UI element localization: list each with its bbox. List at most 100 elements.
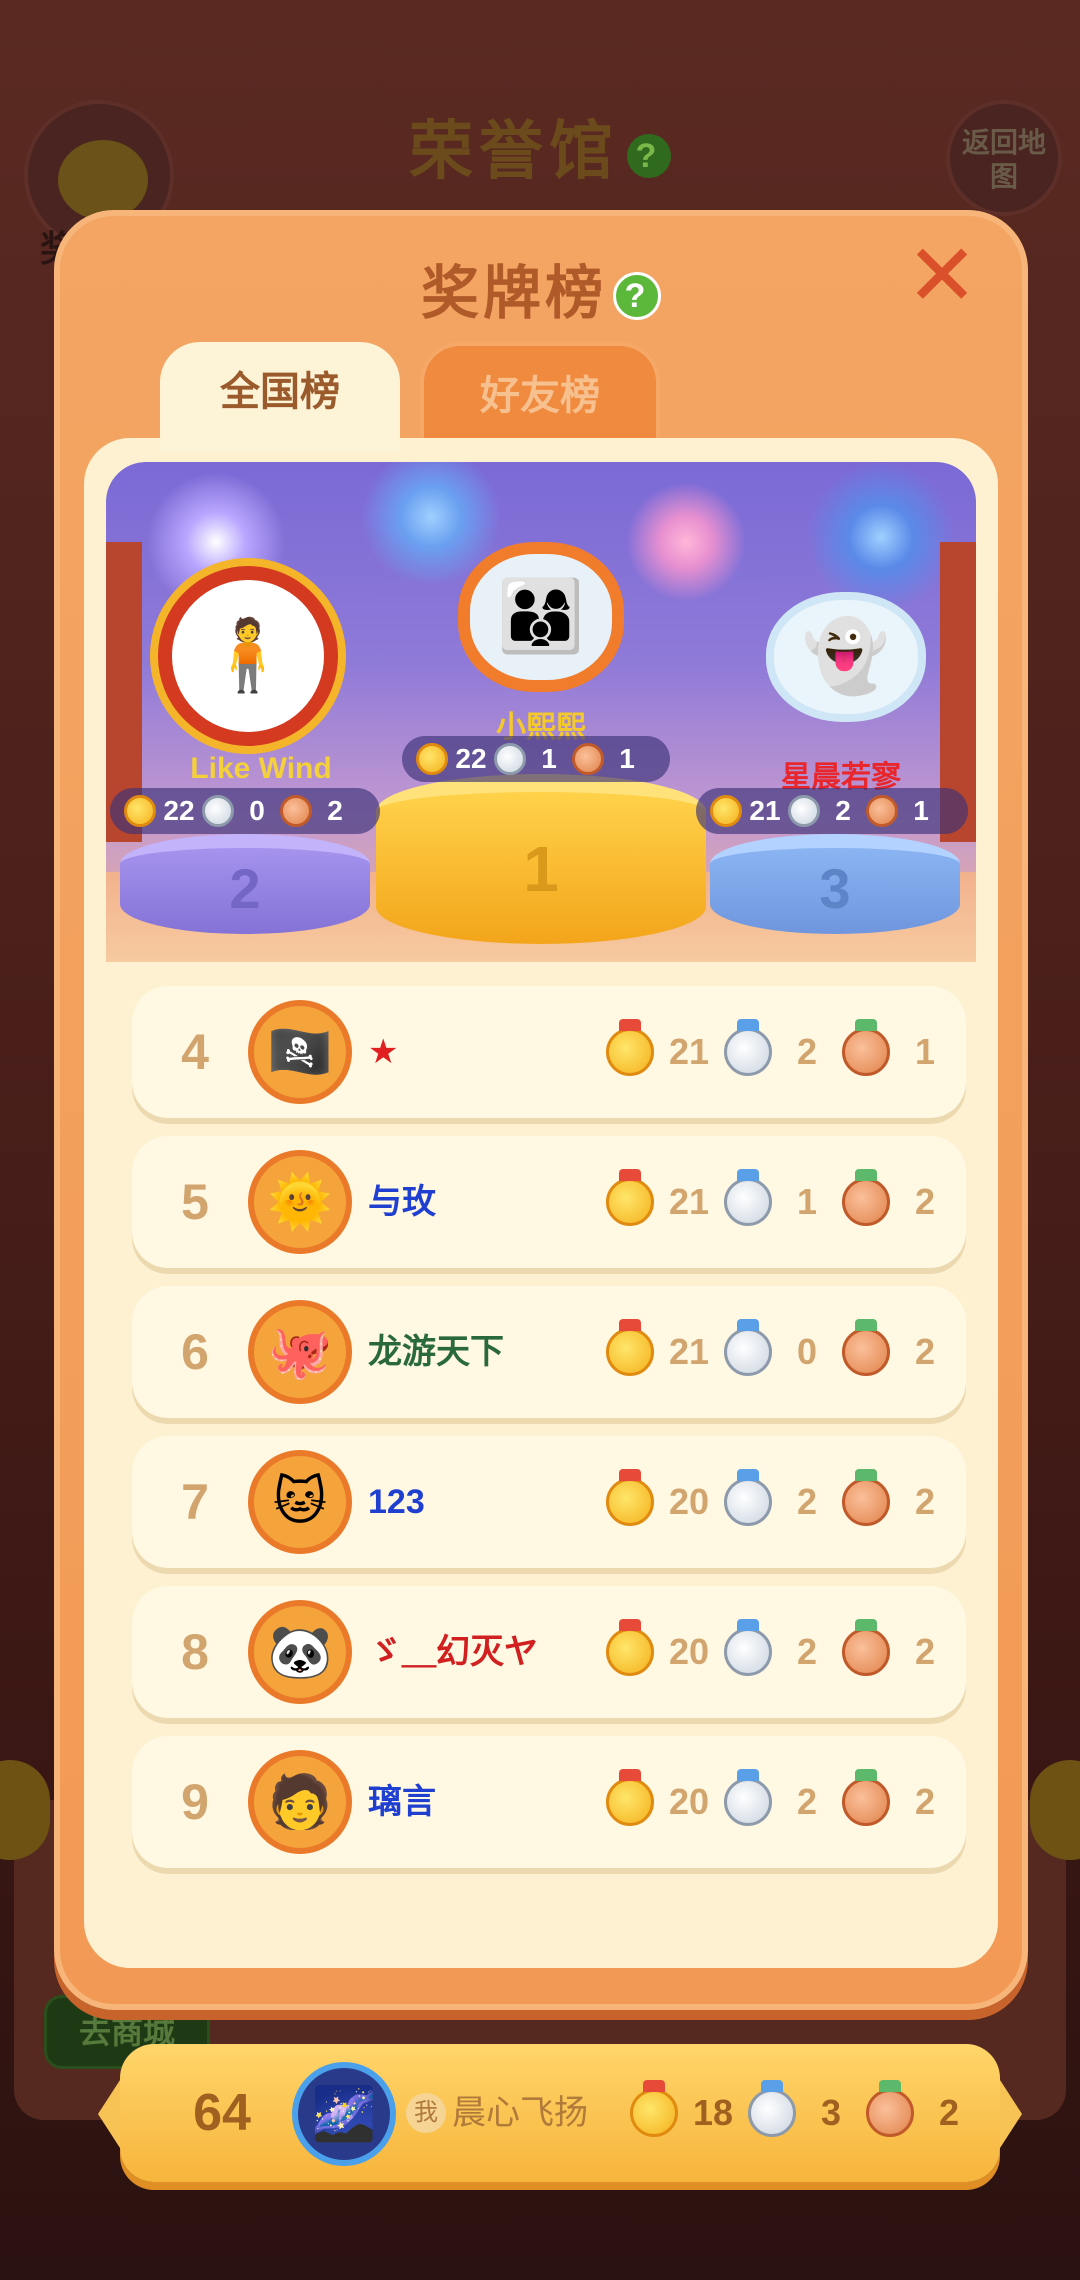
medal-leaderboard-panel: 奖牌榜? ✕ 全国榜 好友榜 2 1 3 🧍 👨‍👩‍👦 👻 Like Wind… [54, 210, 1028, 2182]
bronze-count: 2 [914, 1331, 936, 1372]
silver-count: 0 [796, 1331, 818, 1372]
avatar[interactable]: 🐱 [248, 1450, 352, 1554]
player-avatar-icon: 👻 [802, 617, 890, 695]
silver-count: 2 [796, 1781, 818, 1822]
avatar[interactable]: 🐼 [248, 1600, 352, 1704]
me-badge: 我 [406, 2093, 446, 2133]
tab-national[interactable]: 全国榜 [160, 342, 400, 452]
silver-medal-icon [494, 743, 526, 775]
hall-help-icon[interactable]: ? [627, 134, 671, 179]
leaderboard-content: 2 1 3 🧍 👨‍👩‍👦 👻 Like Wind 小熙熙 星晨若寥 22 0 … [84, 438, 1022, 2182]
silver-count: 1 [541, 743, 557, 774]
table-row[interactable]: 7 🐱 123 20 2 2 [132, 1436, 966, 1568]
gold-medal-icon [710, 795, 742, 827]
bronze-count: 1 [913, 795, 929, 826]
table-row[interactable]: 8 🐼 ゞ＿幻灭ヤ 20 2 2 [132, 1586, 966, 1718]
question-icon[interactable]: ? [613, 272, 661, 320]
rank-number: 9 [181, 1774, 209, 1830]
avatar[interactable]: 🐙 [248, 1300, 352, 1404]
gold-count: 20 [668, 1781, 710, 1822]
silver-medal-icon [788, 795, 820, 827]
bronze-count: 2 [914, 1481, 936, 1522]
rank-number: 4 [181, 1024, 209, 1080]
podium-score-bar: 22 0 2 [110, 788, 380, 834]
podium-score-bar: 22 1 1 [402, 736, 670, 782]
bronze-count: 2 [914, 1181, 936, 1222]
rank-number: 5 [181, 1174, 209, 1230]
bronze-medal-icon [842, 1769, 890, 1826]
table-row[interactable]: 5 🌞 与玫 21 1 2 [132, 1136, 966, 1268]
my-rank-row[interactable]: 64 🌌 我晨心飞扬 18 3 2 [98, 2044, 1022, 2182]
panel-title: 奖牌榜? [60, 246, 1022, 330]
avatar[interactable]: 🏴‍☠️ [248, 1000, 352, 1104]
player-avatar-icon: 🐙 [267, 1323, 333, 1382]
bronze-count: 1 [619, 743, 635, 774]
tab-friends[interactable]: 好友榜 [420, 342, 660, 452]
silver-count: 3 [820, 2092, 842, 2133]
podium-number: 1 [523, 833, 559, 905]
heart-medal-icon [58, 140, 148, 220]
player-avatar-icon: 🌌 [311, 2085, 377, 2144]
ribbon-right-decoration [1000, 2080, 1022, 2148]
medal-counts: 20 2 2 [606, 1436, 952, 1568]
bronze-medal-icon [866, 2080, 914, 2137]
silver-medal-icon [724, 1469, 772, 1526]
firework-decoration [806, 462, 956, 612]
ribbon-left-decoration [98, 2080, 120, 2148]
player-name: 龙游天下 [368, 1333, 504, 1371]
bronze-count: 1 [914, 1031, 936, 1072]
player-name: ★ [368, 1033, 399, 1071]
bronze-medal-icon [572, 743, 604, 775]
silver-medal-icon [724, 1619, 772, 1676]
podium-third: 3 [710, 834, 960, 934]
my-medal-counts: 18 3 2 [630, 2044, 976, 2182]
player-avatar-icon: 🌞 [267, 1173, 333, 1232]
gold-medal-icon [606, 1169, 654, 1226]
bronze-count: 2 [938, 2092, 960, 2133]
bronze-count: 2 [914, 1781, 936, 1822]
gold-medal-icon [606, 1469, 654, 1526]
bronze-medal-icon [842, 1469, 890, 1526]
podium-score-bar: 21 2 1 [696, 788, 968, 834]
player-avatar-icon: 🧍 [204, 616, 292, 694]
my-rank-number: 64 [193, 2084, 251, 2142]
close-icon[interactable]: ✕ [906, 233, 978, 319]
avatar[interactable]: 👻 [766, 592, 926, 722]
avatar[interactable]: 🌞 [248, 1150, 352, 1254]
podium-player-name: Like Wind [190, 752, 332, 785]
avatar[interactable]: 🌌 [292, 2062, 396, 2166]
bronze-count: 2 [327, 795, 343, 826]
silver-medal-icon [724, 1019, 772, 1076]
gold-count: 21 [668, 1181, 710, 1222]
silver-medal-icon [202, 795, 234, 827]
table-row[interactable]: 9 🧑 璃言 20 2 2 [132, 1736, 966, 1868]
medal-counts: 21 2 1 [606, 986, 952, 1118]
silver-count: 2 [796, 1481, 818, 1522]
silver-count: 2 [835, 795, 851, 826]
silver-count: 1 [796, 1181, 818, 1222]
gold-count: 21 [749, 795, 781, 826]
table-row[interactable]: 6 🐙 龙游天下 21 0 2 [132, 1286, 966, 1418]
rank-number: 8 [181, 1624, 209, 1680]
rank-number: 7 [181, 1474, 209, 1530]
bronze-medal-icon [842, 1619, 890, 1676]
gold-medal-icon [416, 743, 448, 775]
gold-count: 21 [668, 1331, 710, 1372]
table-row[interactable]: 4 🏴‍☠️ ★ 21 2 1 [132, 986, 966, 1118]
avatar[interactable]: 🧍 [158, 566, 338, 746]
medal-counts: 21 1 2 [606, 1136, 952, 1268]
medal-counts: 20 2 2 [606, 1736, 952, 1868]
podium-first: 1 [376, 774, 706, 944]
medal-counts: 20 2 2 [606, 1586, 952, 1718]
gold-medal-icon [606, 1619, 654, 1676]
player-name: 璃言 [368, 1783, 436, 1821]
podium-number: 2 [229, 857, 261, 920]
avatar[interactable]: 👨‍👩‍👦 [458, 542, 624, 692]
player-name: 123 [368, 1483, 425, 1521]
back-to-map-button[interactable]: 返回地图 [946, 100, 1062, 216]
bronze-medal-icon [280, 795, 312, 827]
podium-second: 2 [120, 834, 370, 934]
player-avatar-icon: 🐱 [272, 1473, 328, 1531]
avatar[interactable]: 🧑 [248, 1750, 352, 1854]
gold-count: 20 [668, 1481, 710, 1522]
